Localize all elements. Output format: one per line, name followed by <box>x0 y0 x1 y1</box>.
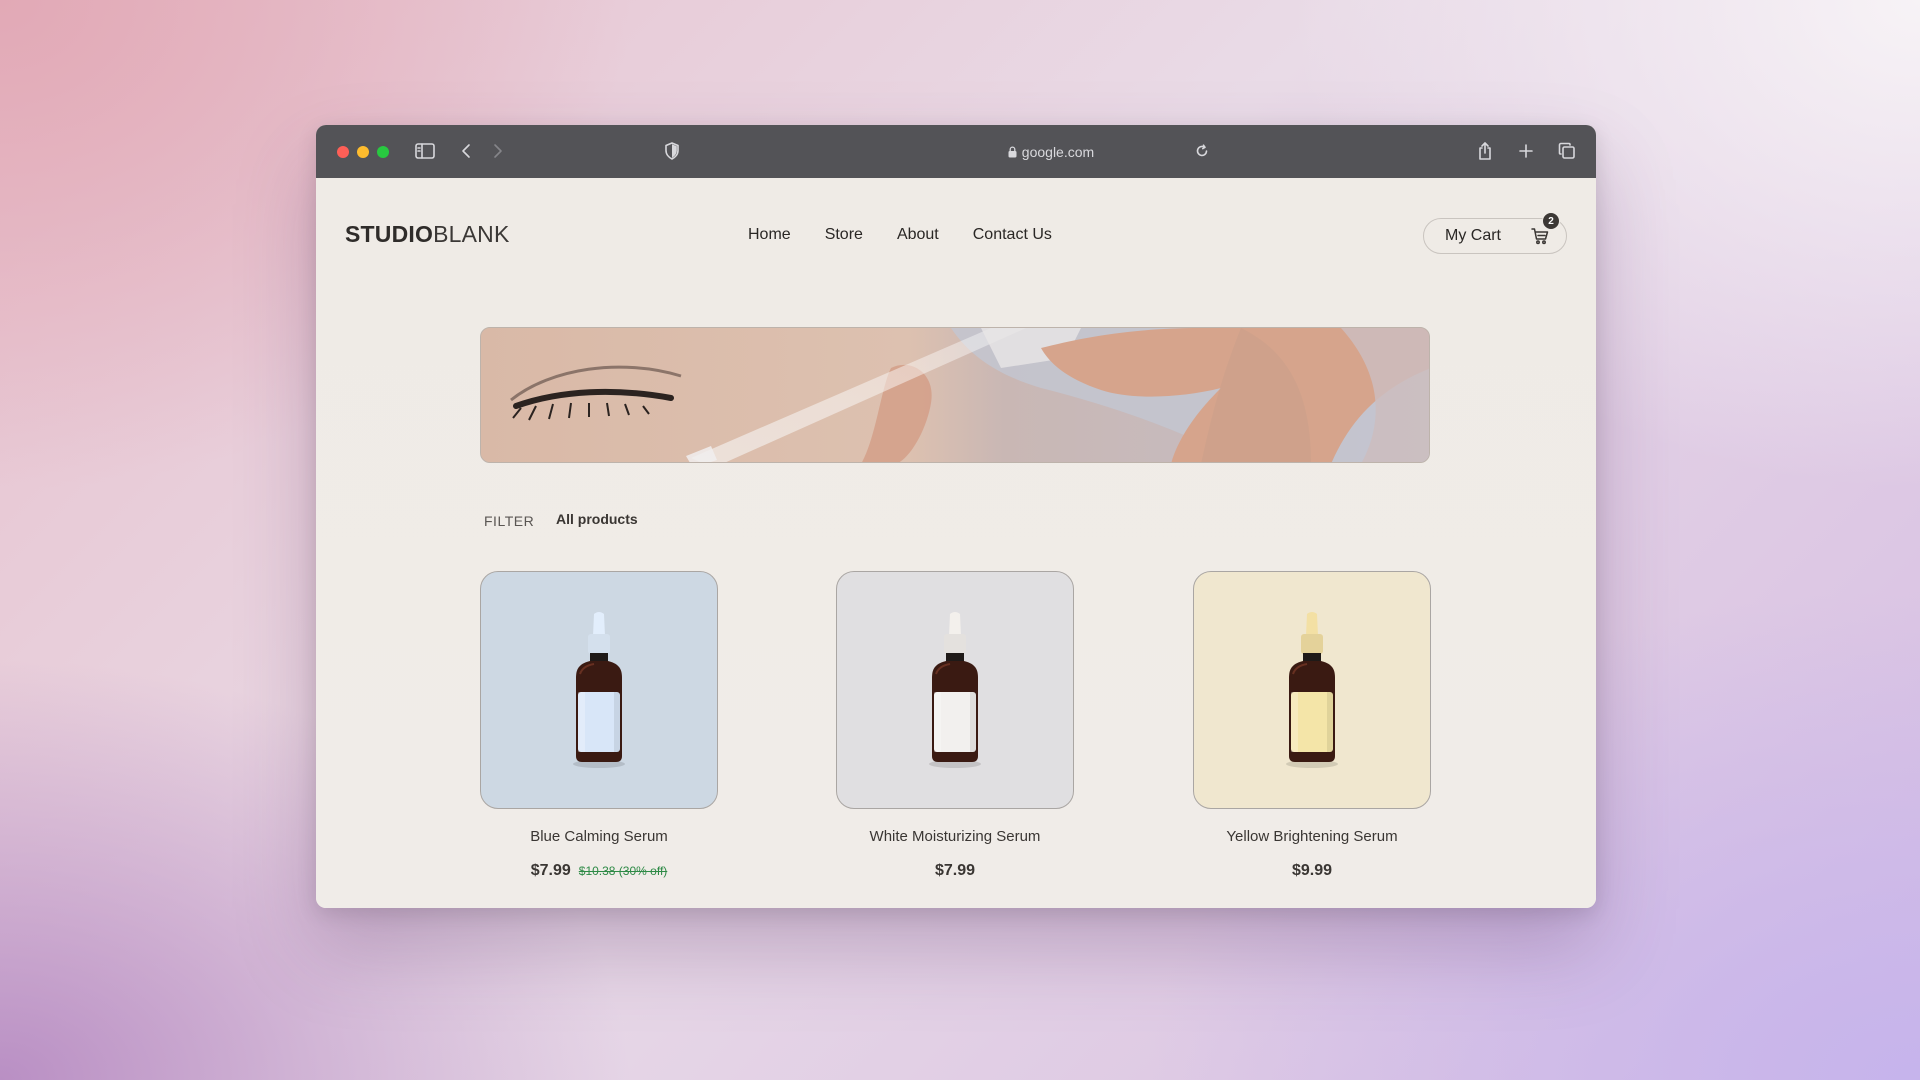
serum-bottle-image <box>1286 612 1338 768</box>
browser-window: google.com STUDIO BLANK Home Store About … <box>316 125 1596 908</box>
new-tab-icon[interactable] <box>1514 139 1538 163</box>
cart-count-badge: 2 <box>1542 212 1560 230</box>
filter-all-products[interactable]: All products <box>556 511 638 527</box>
product-price: $7.99 <box>934 862 976 879</box>
my-cart-button[interactable]: My Cart 2 <box>1423 212 1567 254</box>
nav-store[interactable]: Store <box>825 226 863 244</box>
product-price: $7.99 <box>530 862 571 879</box>
close-window-button[interactable] <box>337 146 349 158</box>
cart-label: My Cart <box>1445 227 1501 244</box>
zoom-window-button[interactable] <box>377 146 389 158</box>
product-original-price: $10.38 (30% off) <box>578 864 668 878</box>
window-controls <box>337 146 389 158</box>
product-card[interactable]: Yellow Brightening Serum $9.99 <box>1193 571 1431 880</box>
product-name[interactable]: White Moisturizing Serum <box>836 828 1074 845</box>
product-image[interactable] <box>1193 571 1431 809</box>
address-url: google.com <box>1021 143 1095 160</box>
store-page: STUDIO BLANK Home Store About Contact Us … <box>316 178 1596 908</box>
product-image[interactable] <box>480 571 718 809</box>
share-icon[interactable] <box>1473 139 1497 163</box>
nav-about[interactable]: About <box>897 226 939 244</box>
serum-bottle-image <box>573 612 625 768</box>
hero-banner-image <box>480 327 1430 463</box>
back-icon[interactable] <box>454 139 478 163</box>
price-row: $7.99 $10.38 (30% off) <box>480 862 718 880</box>
privacy-shield-icon[interactable] <box>660 139 684 163</box>
nav-home[interactable]: Home <box>748 226 791 244</box>
forward-icon[interactable] <box>486 139 510 163</box>
hero-illustration <box>481 328 1429 462</box>
price-row: $9.99 <box>1193 862 1431 880</box>
address-bar[interactable]: google.com <box>911 125 1191 178</box>
logo-text-bold: STUDIO <box>345 221 434 247</box>
cart-icon <box>1531 227 1549 250</box>
browser-toolbar: google.com <box>316 125 1596 178</box>
lock-icon <box>1008 145 1017 157</box>
product-image[interactable] <box>836 571 1074 809</box>
main-nav: Home Store About Contact Us <box>748 226 1052 244</box>
sidebar-toggle-icon[interactable] <box>413 139 437 163</box>
product-card[interactable]: White Moisturizing Serum $7.99 <box>836 571 1074 880</box>
product-card[interactable]: Blue Calming Serum $7.99 $10.38 (30% off… <box>480 571 718 880</box>
reload-icon[interactable] <box>1190 139 1214 163</box>
filter-label: FILTER <box>484 513 535 529</box>
nav-contact-us[interactable]: Contact Us <box>973 226 1052 244</box>
product-price: $9.99 <box>1291 862 1333 879</box>
logo-text-light: BLANK <box>433 221 510 247</box>
price-row: $7.99 <box>836 862 1074 880</box>
minimize-window-button[interactable] <box>357 146 369 158</box>
product-name[interactable]: Yellow Brightening Serum <box>1193 828 1431 845</box>
product-name[interactable]: Blue Calming Serum <box>480 828 718 845</box>
serum-bottle-image <box>929 612 981 768</box>
brand-logo[interactable]: STUDIO BLANK <box>345 221 510 248</box>
tab-overview-icon[interactable] <box>1555 139 1579 163</box>
